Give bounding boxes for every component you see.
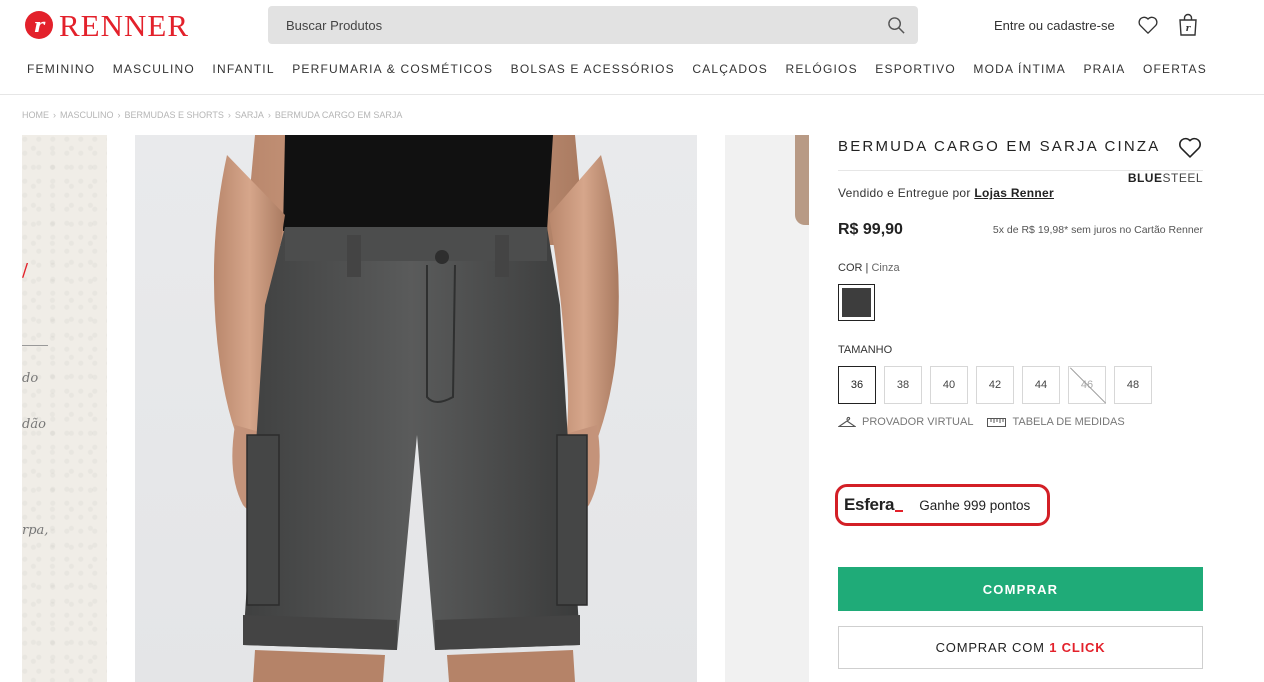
color-label: COR | Cinza [838,262,900,274]
product-price: R$ 99,90 [838,221,903,238]
color-label-separator: | [865,262,869,274]
esfera-logo: Esfera [844,495,904,515]
shopping-bag-icon: r [1179,13,1197,36]
size-tools: PROVADOR VIRTUAL TABELA DE MEDIDAS [838,416,1125,428]
size-option-40[interactable]: 40 [930,366,968,404]
gallery-next-image[interactable] [725,135,809,682]
esfera-logo-text: Esfera [844,495,895,514]
nav-item-perfumaria[interactable]: PERFUMARIA & COSMÉTICOS [292,62,493,76]
renner-logo-mark: r [25,11,53,39]
search-input[interactable] [268,6,874,44]
site-header: r RENNER Entre ou cadastre-se r FEMININO… [0,0,1264,95]
wishlist-button[interactable] [1136,13,1160,37]
one-click-prefix: COMPRAR COM [935,640,1045,655]
color-value: Cinza [871,262,900,274]
size-option-36[interactable]: 36 [838,366,876,404]
nav-item-masculino[interactable]: MASCULINO [113,62,195,76]
renner-logo[interactable]: r RENNER [25,8,189,42]
nav-item-bolsas[interactable]: BOLSAS E ACESSÓRIOS [511,62,675,76]
color-swatch-fill [842,288,871,317]
heart-icon [1179,137,1201,158]
esfera-points-text: Ganhe 999 pontos [919,497,1031,513]
size-option-48[interactable]: 48 [1114,366,1152,404]
breadcrumb-separator: › [117,110,121,120]
esfera-logo-dash [895,510,904,512]
gallery-prev-image[interactable]: / do dão rpa, [22,135,107,682]
seller-info: Vendido e Entregue por Lojas Renner [838,186,1054,200]
main-nav: FEMININO MASCULINO INFANTIL PERFUMARIA &… [27,62,1207,76]
red-stroke-mark: / [22,260,29,281]
esfera-points-badge[interactable]: Esfera Ganhe 999 pontos [835,484,1050,526]
color-swatch-cinza[interactable] [838,284,875,321]
size-chart-label: TABELA DE MEDIDAS [1012,416,1125,428]
size-option-42[interactable]: 42 [976,366,1014,404]
nav-item-esportivo[interactable]: ESPORTIVO [875,62,956,76]
product-main-image[interactable] [135,135,697,682]
size-option-46[interactable]: 46 [1068,366,1106,404]
brand-logo-light: STEEL [1162,171,1203,185]
breadcrumb-current: BERMUDA CARGO EM SARJA [274,110,403,120]
nav-item-praia[interactable]: PRAIA [1083,62,1125,76]
size-label: TAMANHO [838,344,893,356]
buy-one-click-button[interactable]: COMPRAR COM 1 CLICK [838,626,1203,669]
breadcrumb-separator: › [53,110,56,120]
brand-logo[interactable]: BLUESTEEL [1110,171,1203,185]
size-option-38[interactable]: 38 [884,366,922,404]
add-to-wishlist-button[interactable] [1176,133,1204,161]
text-fragment: do [22,371,39,386]
login-link[interactable]: Entre ou cadastre-se [994,18,1115,33]
text-fragment: rpa, [22,523,49,538]
ruler-icon [987,417,1007,427]
nav-item-calcados[interactable]: CALÇADOS [692,62,768,76]
divider-line [22,345,48,346]
breadcrumb-masculino[interactable]: MASCULINO [60,110,114,120]
paper-texture [22,135,107,682]
hanger-icon [838,416,856,428]
search-button[interactable] [874,6,918,44]
size-option-44[interactable]: 44 [1022,366,1060,404]
cart-button[interactable]: r [1176,13,1200,37]
size-chart-link[interactable]: TABELA DE MEDIDAS [987,416,1125,428]
search-bar [268,6,918,44]
brand-logo-bold: BLUE [1127,171,1163,185]
breadcrumb-home[interactable]: HOME [22,110,49,120]
nav-item-feminino[interactable]: FEMININO [27,62,95,76]
breadcrumb-bermudas[interactable]: BERMUDAS E SHORTS [125,110,224,120]
virtual-fitting-label: PROVADOR VIRTUAL [862,416,974,428]
breadcrumb-separator: › [227,110,231,120]
text-fragment: dão [22,417,46,432]
nav-item-infantil[interactable]: INFANTIL [212,62,274,76]
nav-item-relogios[interactable]: RELÓGIOS [785,62,857,76]
buy-button[interactable]: COMPRAR [838,567,1203,611]
color-label-title: COR [838,262,863,274]
product-photo-shorts [213,135,619,682]
image-edge [795,135,809,225]
seller-link[interactable]: Lojas Renner [974,186,1054,200]
breadcrumb-separator: › [267,110,271,120]
virtual-fitting-link[interactable]: PROVADOR VIRTUAL [838,416,973,428]
search-icon [887,16,905,34]
one-click-highlight: 1 CLICK [1049,640,1106,655]
size-selector: 36 38 40 42 44 46 48 [838,366,1152,404]
nav-item-moda-intima[interactable]: MODA ÍNTIMA [973,62,1066,76]
breadcrumb-sarja[interactable]: SARJA [235,110,264,120]
svg-text:r: r [1186,24,1192,34]
breadcrumb: HOME › MASCULINO › BERMUDAS E SHORTS › S… [22,110,402,120]
installments-info: 5x de R$ 19,98* sem juros no Cartão Renn… [992,224,1203,236]
seller-prefix: Vendido e Entregue por [838,186,971,200]
heart-icon [1138,16,1158,34]
product-title: BERMUDA CARGO EM SARJA CINZA [838,138,1161,155]
nav-item-ofertas[interactable]: OFERTAS [1143,62,1207,76]
renner-logo-text: RENNER [59,7,189,43]
